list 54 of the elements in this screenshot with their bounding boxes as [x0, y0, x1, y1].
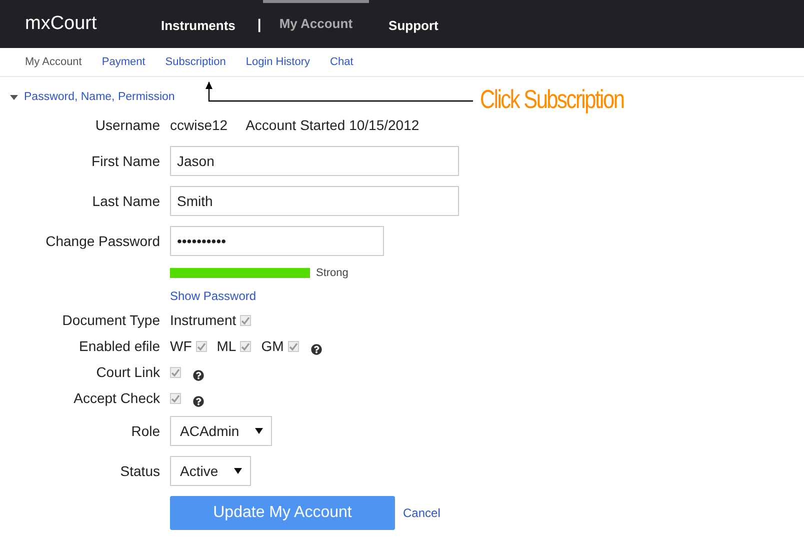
sub-nav-link[interactable]: Chat	[330, 56, 354, 68]
check-icon	[196, 342, 206, 350]
checkbox[interactable]	[288, 340, 299, 352]
strength-text: Strong	[316, 267, 348, 279]
field-label: Enabled efile	[79, 338, 160, 354]
field-label: Accept Check	[74, 390, 160, 406]
sub-nav-link[interactable]: Login History	[246, 56, 310, 68]
annotation-text: Click Subscription	[480, 84, 624, 115]
field-label: Status	[120, 463, 160, 479]
checkbox[interactable]	[170, 392, 181, 404]
sub-nav-link[interactable]: Payment	[102, 56, 146, 68]
show-password-link[interactable]: Show Password	[170, 289, 256, 303]
sub-nav-link[interactable]: Subscription	[165, 56, 226, 68]
section-toggle[interactable]: Password, Name, Permission	[10, 91, 175, 103]
field-label: Change Password	[46, 233, 160, 249]
help-icon[interactable]	[193, 396, 204, 406]
check-icon	[241, 342, 250, 350]
username-value: ccwise12	[170, 117, 228, 133]
check-icon	[288, 342, 298, 350]
nav-tab[interactable]: Instruments	[141, 0, 256, 48]
dropdown[interactable]: Active	[170, 456, 252, 486]
sub-nav-link[interactable]: My Account	[25, 56, 82, 68]
option-label: WF	[170, 338, 192, 354]
option-label: Instrument	[170, 312, 236, 328]
nav-tab[interactable]: My Account	[263, 0, 369, 48]
password-field[interactable]: ••••••••••	[170, 226, 384, 256]
text-field[interactable]: Smith	[170, 186, 459, 216]
checkbox[interactable]	[170, 366, 181, 378]
option-label: ML	[216, 338, 236, 354]
field-label: Username	[95, 117, 160, 133]
check-icon	[171, 394, 180, 402]
caret-icon	[255, 428, 264, 434]
checkbox[interactable]	[240, 340, 252, 352]
checkbox[interactable]	[196, 340, 207, 352]
dropdown[interactable]: ACAdmin	[170, 416, 272, 446]
help-icon[interactable]	[193, 370, 204, 380]
field-label: Last Name	[92, 193, 160, 209]
field-label: Court Link	[96, 364, 160, 380]
brand-logo: mxCourt	[25, 13, 98, 35]
field-label: Role	[131, 423, 160, 439]
nav-tab[interactable]: Support	[368, 0, 458, 48]
field-label: First Name	[92, 153, 160, 169]
account-started-text: Account Started 10/15/2012	[246, 117, 420, 133]
caret-icon	[234, 468, 242, 474]
nav-separator: |	[256, 16, 262, 32]
caret-icon	[10, 94, 18, 100]
check-icon	[171, 368, 180, 376]
cancel-link[interactable]: Cancel	[403, 506, 440, 520]
check-icon	[241, 316, 250, 324]
field-label: Document Type	[62, 312, 160, 328]
text-field[interactable]: Jason	[170, 146, 459, 176]
help-icon[interactable]	[310, 344, 322, 354]
option-label: GM	[261, 338, 284, 354]
checkbox[interactable]	[240, 314, 252, 326]
